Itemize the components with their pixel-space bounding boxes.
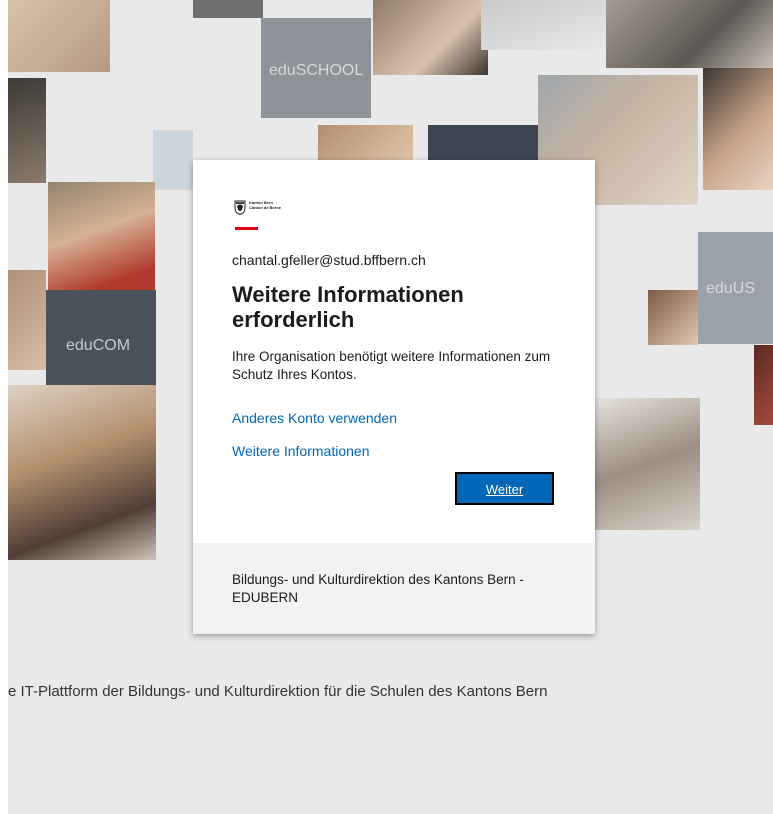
organization-footer: Bildungs- und Kulturdirektion des Kanton…: [193, 543, 595, 634]
photo-tile: [48, 182, 155, 290]
edu-tile: eduSCHOOL: [261, 18, 371, 118]
photo-tile: [481, 0, 621, 50]
photo-tile: [428, 125, 538, 165]
organization-name: Bildungs- und Kulturdirektion des Kanton…: [232, 572, 524, 605]
photo-tile: [8, 0, 110, 72]
photo-tile: [8, 270, 46, 370]
photo-tile: [606, 0, 773, 68]
edu-tile: eduCOM: [46, 290, 156, 385]
more-info-link[interactable]: Weitere Informationen: [232, 443, 369, 459]
logo-line-2: Canton de Berne: [249, 205, 282, 210]
tile-label-educom: eduCOM: [66, 337, 131, 354]
logo-red-bar: [235, 227, 258, 230]
platform-description: e IT-Plattform der Bildungs- und Kulturd…: [8, 683, 548, 700]
photo-tile: [648, 290, 698, 345]
photo-tile: [153, 130, 193, 190]
dialog-description: Ihre Organisation benötigt weitere Infor…: [232, 349, 551, 382]
dialog-main: Kanton Bern Canton de Berne chantal.gfel…: [193, 160, 595, 543]
next-button[interactable]: Weiter: [455, 472, 554, 505]
edu-tile: eduUS: [698, 232, 773, 344]
signin-dialog: Kanton Bern Canton de Berne chantal.gfel…: [193, 160, 595, 634]
account-email: chantal.gfeller@stud.bffbern.ch: [232, 252, 426, 268]
photo-tile: [8, 385, 156, 560]
photo-tile: [595, 398, 700, 530]
photo-tile: [8, 78, 46, 183]
photo-tile: [703, 68, 773, 190]
kanton-bern-logo: Kanton Bern Canton de Berne: [232, 197, 312, 231]
left-edge: [0, 0, 8, 814]
bern-coat-of-arms-icon: [234, 200, 246, 215]
photo-tile: [193, 0, 263, 18]
photo-tile: [373, 0, 488, 75]
dialog-title: Weitere Informationen erforderlich: [232, 282, 464, 332]
tile-label-eduschool: eduSCHOOL: [269, 62, 364, 79]
use-other-account-link[interactable]: Anderes Konto verwenden: [232, 410, 397, 426]
logo-text: Kanton Bern Canton de Berne: [249, 200, 281, 210]
photo-tile: [318, 125, 413, 165]
tile-label-eduus: eduUS: [706, 280, 755, 297]
photo-tile: [754, 345, 773, 425]
